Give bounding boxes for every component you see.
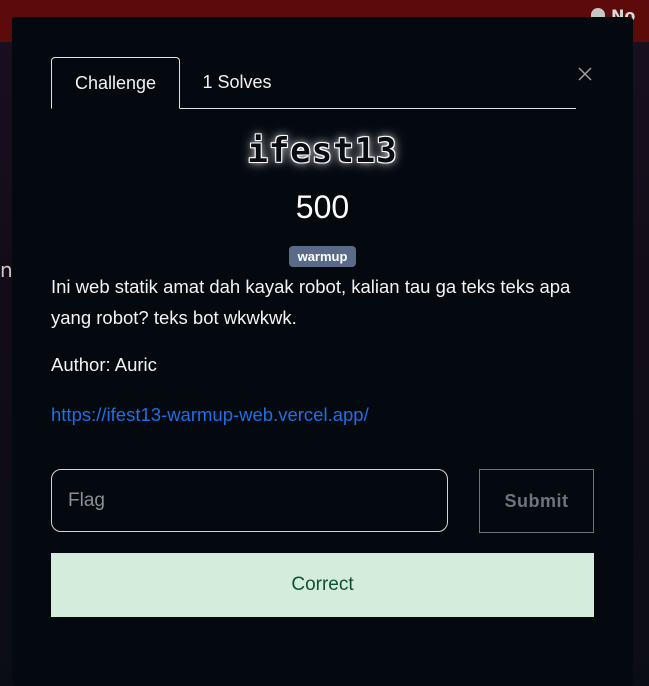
challenge-modal: Challenge 1 Solves ifest13 500 warmup In… — [12, 17, 633, 686]
challenge-link[interactable]: https://ifest13-warmup-web.vercel.app/ — [51, 400, 369, 430]
modal-tabs: Challenge 1 Solves — [51, 57, 576, 109]
result-alert: Correct — [51, 553, 594, 617]
challenge-description: Ini web statik amat dah kayak robot, kal… — [51, 276, 571, 328]
submit-button[interactable]: Submit — [479, 469, 594, 533]
close-button[interactable] — [575, 64, 595, 84]
challenge-title: ifest13 — [247, 131, 398, 171]
tab-challenge[interactable]: Challenge — [51, 57, 180, 109]
challenge-author: Author: Auric — [51, 354, 157, 375]
challenge-points: 500 — [295, 189, 350, 225]
tab-solves[interactable]: 1 Solves — [180, 57, 294, 108]
challenge-tag: warmup — [289, 246, 356, 267]
flag-input[interactable] — [51, 469, 448, 532]
background-text-fragment: n — [0, 258, 12, 282]
close-icon — [578, 67, 592, 81]
